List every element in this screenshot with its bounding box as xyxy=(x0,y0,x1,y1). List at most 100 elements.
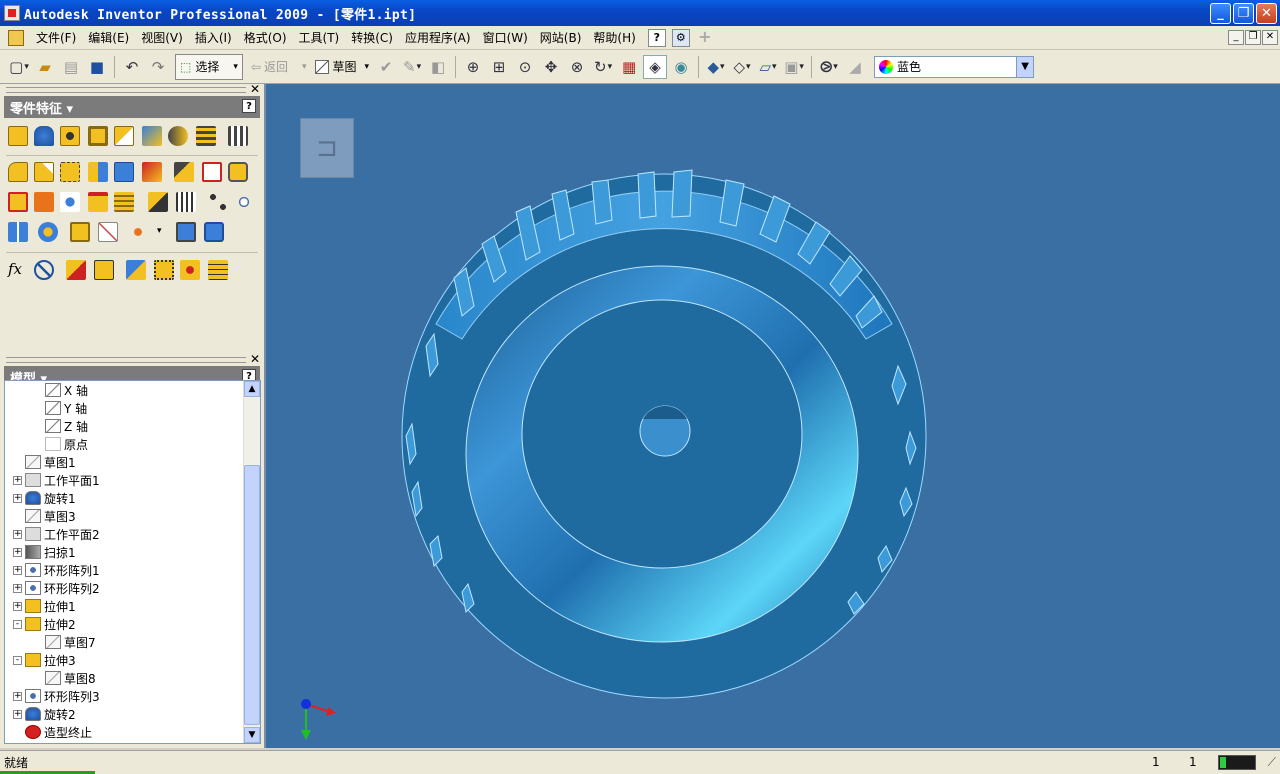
open-file-icon[interactable]: ▰ xyxy=(33,55,57,79)
sweep-icon[interactable] xyxy=(168,126,188,146)
hole-icon[interactable] xyxy=(60,126,80,146)
menu-edit[interactable]: 编辑(E) xyxy=(82,27,135,49)
whats-new-icon[interactable]: ⚙ xyxy=(671,28,690,47)
color-style-select[interactable]: 蓝色 ▼ xyxy=(874,55,1035,78)
menu-applications[interactable]: 应用程序(A) xyxy=(399,27,477,49)
expand-icon[interactable]: + xyxy=(13,493,22,503)
save-icon[interactable]: ■ xyxy=(85,55,109,79)
menu-insert[interactable]: 插入(I) xyxy=(189,27,238,49)
extrude-icon[interactable] xyxy=(8,126,28,146)
tree-item[interactable]: 草图1 xyxy=(13,453,76,471)
sketch-button[interactable]: 草图 ▾ xyxy=(311,58,374,75)
derive-icon[interactable] xyxy=(228,162,248,182)
promote-icon[interactable] xyxy=(204,222,224,242)
zoom-icon[interactable]: ⊙ xyxy=(513,55,537,79)
no-symbol-icon[interactable] xyxy=(34,260,54,280)
move-face-icon[interactable] xyxy=(114,162,134,182)
doc-close-button[interactable]: ✕ xyxy=(1262,30,1278,45)
tree-item[interactable]: 原点 xyxy=(33,435,88,453)
rest-icon[interactable] xyxy=(114,192,134,212)
restore-button[interactable]: ❐ xyxy=(1233,3,1254,24)
split-icon[interactable] xyxy=(88,162,108,182)
document-icon[interactable] xyxy=(8,29,24,46)
camera-icon[interactable]: ◇ xyxy=(730,55,754,79)
circular-pattern-icon[interactable] xyxy=(234,192,254,212)
inventor-app-icon[interactable] xyxy=(4,5,20,21)
doc-restore-button[interactable]: ❐ xyxy=(1245,30,1261,45)
menu-web[interactable]: 网站(B) xyxy=(534,27,588,49)
replace-face-icon[interactable] xyxy=(142,162,162,182)
loft-icon[interactable] xyxy=(142,126,162,146)
tree-item[interactable]: + 扫掠1 xyxy=(13,543,76,561)
return-button[interactable]: ⇦ 返回 ▾ xyxy=(247,58,311,75)
tree-item[interactable]: 草图8 xyxy=(33,669,96,687)
tree-item[interactable]: + 环形阵列3 xyxy=(13,687,100,705)
snap-fit-icon[interactable] xyxy=(148,192,168,212)
ifeature-info-icon[interactable] xyxy=(94,260,114,280)
scroll-up-icon[interactable]: ▲ xyxy=(244,381,260,397)
new-file-icon[interactable]: ▢ xyxy=(7,55,31,79)
tree-item[interactable]: Y 轴 xyxy=(33,399,87,417)
project-icon[interactable]: ▤ xyxy=(59,55,83,79)
tree-scrollbar[interactable]: ▲ ▼ xyxy=(243,381,260,743)
undo-icon[interactable]: ↶ xyxy=(120,55,144,79)
emboss-icon[interactable] xyxy=(174,162,194,182)
measure-icon[interactable]: ◧ xyxy=(426,55,450,79)
menu-window[interactable]: 窗口(W) xyxy=(477,27,534,49)
close-icon[interactable]: ✕ xyxy=(250,352,260,366)
panel-grip[interactable]: ✕ xyxy=(4,352,260,366)
face-draft-icon[interactable] xyxy=(60,162,80,182)
display-mode-icon[interactable]: ◆ xyxy=(704,55,728,79)
expand-icon[interactable]: + xyxy=(13,709,22,719)
part-model[interactable] xyxy=(266,84,1280,748)
scroll-thumb[interactable] xyxy=(244,465,260,725)
tree-item[interactable]: - 拉伸2 xyxy=(13,615,76,633)
resize-grip-icon[interactable]: ⟋ xyxy=(1268,755,1276,770)
expand-icon[interactable]: + xyxy=(13,475,22,485)
expand-icon[interactable]: + xyxy=(13,601,22,611)
pan-icon[interactable]: ✥ xyxy=(539,55,563,79)
close-button[interactable]: ✕ xyxy=(1256,3,1277,24)
help-icon[interactable]: ? xyxy=(647,28,666,47)
menu-view[interactable]: 视图(V) xyxy=(135,27,189,49)
create-ifeature-icon[interactable] xyxy=(126,260,146,280)
expand-icon[interactable]: + xyxy=(13,547,22,557)
chevron-down-icon[interactable]: ▾ xyxy=(302,62,307,72)
menu-tools[interactable]: 工具(T) xyxy=(293,27,346,49)
tree-item[interactable]: 草图7 xyxy=(33,633,96,651)
tree-item[interactable]: + 拉伸1 xyxy=(13,597,76,615)
expand-icon[interactable]: + xyxy=(13,565,22,575)
tree-item[interactable]: + 旋转2 xyxy=(13,705,76,723)
copy-object-icon[interactable] xyxy=(180,260,200,280)
work-point-icon[interactable] xyxy=(128,222,148,242)
thicken-icon[interactable] xyxy=(34,192,54,212)
minimize-button[interactable]: _ xyxy=(1210,3,1231,24)
tree-item[interactable]: 草图3 xyxy=(13,507,76,525)
look-at-icon[interactable]: ▦ xyxy=(617,55,641,79)
thread-icon[interactable] xyxy=(228,126,248,146)
table-replace-icon[interactable] xyxy=(208,260,228,280)
tree-item[interactable]: 造型终止 xyxy=(13,723,92,741)
tree-item[interactable]: + 工作平面1 xyxy=(13,471,100,489)
chevron-down-icon[interactable]: ▾ xyxy=(365,62,370,72)
doc-minimize-button[interactable]: _ xyxy=(1228,30,1244,45)
mirror-icon[interactable] xyxy=(8,222,28,242)
section-view-icon[interactable]: ▣ xyxy=(782,55,806,79)
rectangular-pattern-icon[interactable] xyxy=(208,192,228,212)
collapse-icon[interactable]: - xyxy=(13,655,22,665)
zoom-window-icon[interactable]: ⊞ xyxy=(487,55,511,79)
revolve-icon[interactable] xyxy=(34,126,54,146)
shell-icon[interactable] xyxy=(88,126,108,146)
shaded-display-icon[interactable]: ◈ xyxy=(643,54,668,79)
tree-item[interactable]: + 环形阵列1 xyxy=(13,561,100,579)
panel-grip[interactable]: ✕ xyxy=(4,82,260,96)
ground-shadow-icon[interactable]: ▱ xyxy=(756,55,780,79)
tree-item[interactable]: Z 轴 xyxy=(33,417,88,435)
sculpt-icon[interactable] xyxy=(60,192,80,212)
insert-ifeature-icon[interactable] xyxy=(66,260,86,280)
orbit-icon[interactable]: ↻ xyxy=(591,55,615,79)
decal-icon[interactable] xyxy=(202,162,222,182)
menu-convert[interactable]: 转换(C) xyxy=(345,27,399,49)
rib-icon[interactable] xyxy=(114,126,134,146)
menu-file[interactable]: 文件(F) xyxy=(30,27,82,49)
